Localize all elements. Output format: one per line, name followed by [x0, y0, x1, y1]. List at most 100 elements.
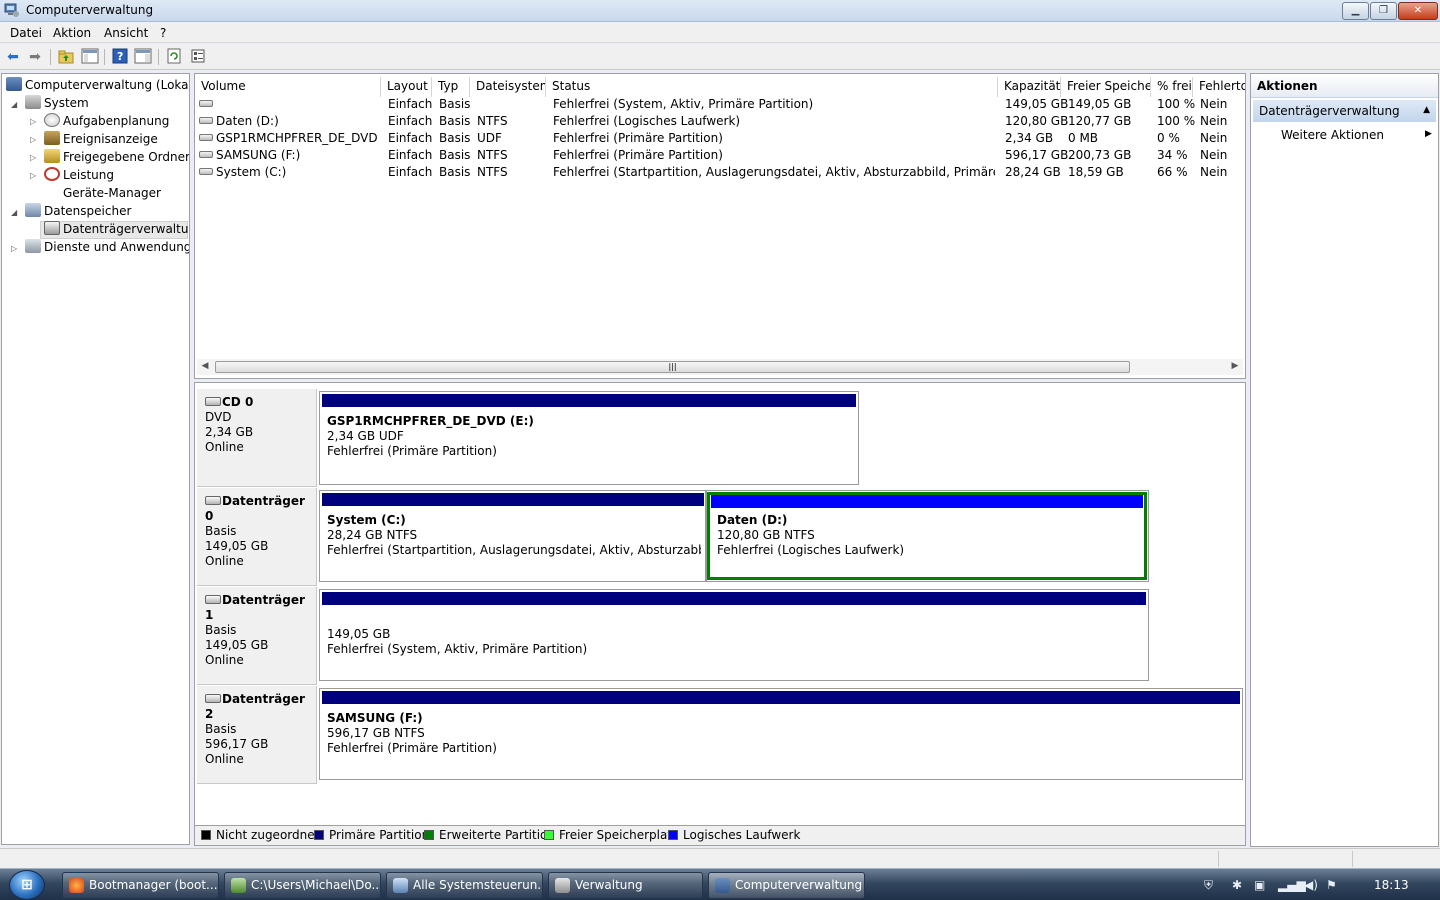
disk-info-disk1[interactable]: Datenträger 1 Basis 149,05 GB Online: [197, 587, 317, 685]
table-row[interactable]: Daten (D:): [199, 113, 279, 130]
forward-arrow-icon[interactable]: ➡: [26, 48, 44, 66]
expand-arrow-icon[interactable]: ▷: [30, 153, 40, 162]
menu-help[interactable]: ?: [160, 26, 166, 40]
usb-device-icon[interactable]: ▣: [1254, 878, 1265, 892]
extended-partition: Daten (D:) 120,80 GB NTFS Fehlerfrei (Lo…: [705, 490, 1149, 582]
list-horizontal-scrollbar[interactable]: ◀ ||| ▶: [197, 359, 1243, 375]
tree-item-system[interactable]: System: [25, 94, 89, 112]
bluetooth-icon[interactable]: ✱: [1232, 878, 1242, 892]
close-button[interactable]: ✕: [1398, 2, 1438, 20]
column-header-layout[interactable]: Layout: [381, 77, 432, 97]
legend-swatch: [424, 830, 434, 840]
network-icon[interactable]: ▂▄▆: [1278, 878, 1306, 892]
table-row[interactable]: [199, 96, 216, 113]
folder-up-icon[interactable]: [57, 48, 75, 66]
refresh-icon[interactable]: [165, 48, 183, 66]
partition-color-bar: [322, 691, 1240, 704]
expand-arrow-icon[interactable]: ▷: [11, 244, 21, 253]
table-row[interactable]: GSP1RMCHPFRER_DE_DVD (E:): [199, 130, 381, 147]
toolbar: ⬅ ➡ ?: [0, 44, 1440, 70]
cell-prozent-frei: 100 %: [1157, 97, 1196, 111]
hard-disk-icon: [205, 496, 221, 505]
partition-f[interactable]: SAMSUNG (F:) 596,17 GB NTFS Fehlerfrei (…: [319, 688, 1243, 780]
cell-typ: Basis: [439, 165, 471, 179]
actions-section-header[interactable]: Datenträgerverwaltung ▲: [1253, 100, 1436, 122]
cell-kapazitaet: 120,80 GB: [1005, 114, 1069, 128]
task-verwaltung[interactable]: Verwaltung: [548, 872, 703, 899]
column-header-fehlertoleranz[interactable]: Fehlertol: [1193, 77, 1245, 97]
partition-color-bar: [322, 592, 1146, 605]
column-header-status[interactable]: Status: [546, 77, 998, 97]
disk-state: Online: [205, 554, 244, 568]
table-row[interactable]: System (C:): [199, 164, 286, 181]
disk-size: 596,17 GB: [205, 737, 269, 751]
partition-c[interactable]: System (C:) 28,24 GB NTFS Fehlerfrei (St…: [319, 490, 707, 582]
expand-arrow-icon[interactable]: ▷: [30, 135, 40, 144]
action-pane-icon[interactable]: [134, 48, 152, 66]
scroll-left-icon[interactable]: ◀: [199, 361, 211, 371]
cell-layout: Einfach: [388, 131, 433, 145]
performance-icon: [44, 167, 60, 181]
computer-management-icon: [6, 77, 22, 91]
expand-arrow-icon[interactable]: ▷: [30, 117, 40, 126]
disk-type: Basis: [205, 524, 237, 538]
menu-datei[interactable]: Datei: [10, 26, 42, 40]
task-computerverwaltung[interactable]: Computerverwaltung: [708, 872, 865, 899]
clock[interactable]: 18:13: [1374, 878, 1409, 892]
partition-d[interactable]: Daten (D:) 120,80 GB NTFS Fehlerfrei (Lo…: [707, 492, 1147, 580]
properties-icon[interactable]: [189, 48, 207, 66]
tree-item-root[interactable]: Computerverwaltung (Lokal): [6, 76, 189, 94]
cell-fehlertoleranz: Nein: [1200, 148, 1228, 162]
scroll-right-icon[interactable]: ▶: [1229, 361, 1241, 371]
disk-state: Online: [205, 752, 244, 766]
column-header-freier-speicher[interactable]: Freier Speicher: [1061, 77, 1151, 97]
column-header-prozent-frei[interactable]: % frei: [1151, 77, 1193, 97]
collapse-up-icon[interactable]: ▲: [1423, 105, 1430, 115]
help-icon[interactable]: ?: [111, 48, 129, 66]
disk-info-disk0[interactable]: Datenträger 0 Basis 149,05 GB Online: [197, 488, 317, 586]
column-header-kapazitaet[interactable]: Kapazität: [998, 77, 1061, 97]
expand-arrow-icon[interactable]: ▷: [30, 171, 40, 180]
console-tree: Computerverwaltung (Lokal) ◢ System ▷ Au…: [1, 73, 190, 845]
back-arrow-icon[interactable]: ⬅: [4, 48, 22, 66]
cell-layout: Einfach: [388, 148, 433, 162]
partition-label: SAMSUNG (F:) 596,17 GB NTFS Fehlerfrei (…: [327, 711, 497, 756]
menu-aktion[interactable]: Aktion: [53, 26, 91, 40]
tree-item-leistung[interactable]: Leistung: [44, 166, 114, 184]
maximize-button[interactable]: ❐: [1370, 2, 1397, 20]
disk-info-cd0[interactable]: CD 0 DVD 2,34 GB Online: [197, 389, 317, 487]
disk-management-icon: [44, 221, 60, 235]
cell-prozent-frei: 34 %: [1157, 148, 1188, 162]
collapse-arrow-icon[interactable]: ◢: [11, 100, 21, 109]
column-header-volume[interactable]: Volume: [195, 77, 381, 97]
menu-ansicht[interactable]: Ansicht: [104, 26, 148, 40]
tree-item-geraete-manager[interactable]: Geräte-Manager: [44, 184, 161, 202]
column-header-typ[interactable]: Typ: [432, 77, 470, 97]
scrollbar-thumb[interactable]: |||: [215, 361, 1130, 373]
disk-info-disk2[interactable]: Datenträger 2 Basis 596,17 GB Online: [197, 686, 317, 784]
column-header-dateisystem[interactable]: Dateisystem: [470, 77, 546, 97]
task-systemsteuerung[interactable]: Alle Systemsteuerun...: [386, 872, 543, 899]
cell-dateisystem: UDF: [477, 131, 502, 145]
task-bootmanager[interactable]: Bootmanager (boot...: [62, 872, 219, 899]
tree-item-ereignisanzeige[interactable]: Ereignisanzeige: [44, 130, 158, 148]
minimize-button[interactable]: ▁: [1342, 2, 1369, 20]
tree-item-dienste[interactable]: Dienste und Anwendungen: [25, 238, 189, 256]
security-center-icon[interactable]: ⛨: [1204, 878, 1213, 893]
volume-icon[interactable]: ◀): [1304, 878, 1318, 892]
start-button[interactable]: ⊞: [9, 870, 45, 900]
disk-size: 149,05 GB: [205, 638, 269, 652]
flag-icon[interactable]: ⚑: [1326, 878, 1337, 892]
table-row[interactable]: SAMSUNG (F:): [199, 147, 300, 164]
collapse-arrow-icon[interactable]: ◢: [11, 208, 21, 217]
task-explorer[interactable]: C:\Users\Michael\Do...: [224, 872, 381, 899]
more-actions-item[interactable]: Weitere Aktionen: [1281, 128, 1384, 142]
tree-item-datenspeicher[interactable]: Datenspeicher: [25, 202, 131, 220]
tree-item-freigegebene-ordner[interactable]: Freigegebene Ordner: [44, 148, 189, 166]
tree-item-aufgabenplanung[interactable]: Aufgabenplanung: [44, 112, 169, 130]
console-tree-icon[interactable]: [81, 48, 99, 66]
tree-item-datentraegerverwaltung[interactable]: Datenträgerverwaltung: [44, 220, 189, 238]
partition-disk1[interactable]: 149,05 GB Fehlerfrei (System, Aktiv, Pri…: [319, 589, 1149, 681]
partition-e[interactable]: GSP1RMCHPFRER_DE_DVD (E:) 2,34 GB UDF Fe…: [319, 391, 859, 485]
volume-icon: [199, 151, 213, 158]
